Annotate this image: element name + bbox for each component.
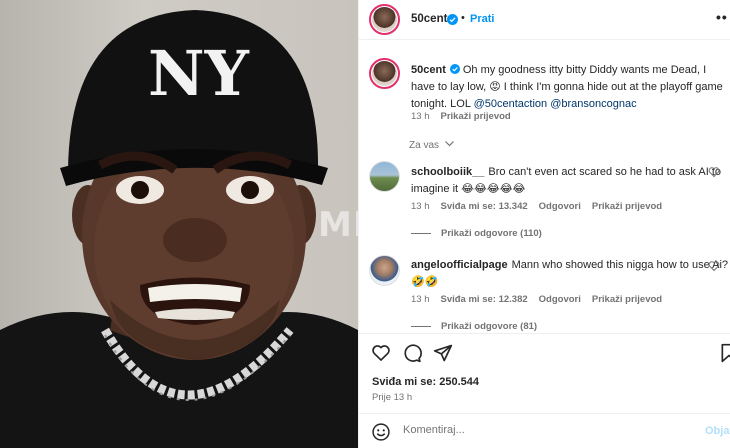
verified-badge-icon [447, 14, 458, 25]
comment-like-icon[interactable] [708, 260, 720, 272]
comment-meta: 13 h Sviđa mi se: 13.342 Odgovori Prikaži p… [411, 201, 673, 212]
mention-link[interactable]: @bransoncognac [550, 98, 636, 110]
commenter-avatar[interactable] [369, 255, 400, 286]
post-comment-button[interactable]: Objavi [705, 425, 730, 437]
post-sidebar: 50cent • Prati •• 50cent Oh my goodness i… [358, 0, 730, 448]
comment-icon[interactable] [402, 343, 422, 363]
comment-likes[interactable]: Sviđa mi se: 12.382 [441, 294, 528, 305]
view-replies-button[interactable]: Prikaži odgovore (81) [411, 321, 537, 332]
post-header: 50cent • Prati •• [359, 0, 730, 40]
sort-label: Za vas [409, 140, 440, 151]
caption-username[interactable]: 50cent [411, 64, 446, 76]
translate-button[interactable]: Prikaži prijevod [592, 201, 662, 212]
comment-time: 13 h [411, 201, 430, 212]
comment-username[interactable]: schoolboiik__ [411, 166, 484, 178]
commenter-avatar[interactable] [369, 161, 400, 192]
post-timestamp[interactable]: Prije 13 h [372, 392, 412, 403]
comment-input[interactable] [403, 424, 673, 436]
comment: angeloofficialpage Mann who showed this n… [411, 257, 729, 291]
portrait-illustration: NY [0, 10, 358, 448]
translate-button[interactable]: Prikaži prijevod [441, 111, 511, 122]
replies-divider [411, 232, 431, 234]
chevron-down-icon [444, 141, 454, 147]
replies-label: Prikaži odgovore (81) [441, 321, 538, 332]
header-separator: • [461, 12, 465, 24]
replies-divider [411, 325, 431, 327]
comment: schoolboiik__ Bro can't even act scared s… [411, 164, 729, 198]
comment-likes[interactable]: Sviđa mi se: 13.342 [441, 201, 528, 212]
verified-badge-icon [449, 64, 460, 74]
post-actions: Sviđa mi se: 250.544 Prije 13 h [359, 333, 730, 413]
bookmark-icon[interactable] [719, 343, 730, 363]
comment-like-icon[interactable] [708, 166, 720, 178]
cap-logo: NY [148, 37, 250, 110]
comment-composer: Objavi [359, 413, 730, 448]
share-icon[interactable] [433, 343, 453, 363]
author-username[interactable]: 50cent [411, 13, 447, 25]
comment-meta: 13 h Sviđa mi se: 12.382 Odgovori Prikaži p… [411, 294, 673, 305]
reply-button[interactable]: Odgovori [539, 201, 581, 212]
reply-button[interactable]: Odgovori [539, 294, 581, 305]
emoji-icon[interactable] [371, 422, 391, 442]
comment-username[interactable]: angeloofficialpage [411, 259, 508, 271]
post-image[interactable]: NY MNA [0, 0, 358, 448]
replies-label: Prikaži odgovore (110) [441, 228, 542, 239]
caption-time: 13 h [411, 111, 430, 122]
caption-meta: 13 h Prikaži prijevod [411, 111, 522, 122]
comment-time: 13 h [411, 294, 430, 305]
mention-link[interactable]: @50centaction [474, 98, 548, 110]
post-caption: 50cent Oh my goodness itty bitty Diddy wa… [411, 62, 730, 113]
follow-button[interactable]: Prati [470, 13, 494, 25]
translate-button[interactable]: Prikaži prijevod [592, 294, 662, 305]
post-like-count[interactable]: Sviđa mi se: 250.544 [372, 376, 479, 388]
author-avatar[interactable] [369, 4, 400, 35]
caption-avatar[interactable] [369, 58, 400, 89]
heart-icon[interactable] [371, 343, 391, 363]
watermark: MNA [318, 205, 358, 245]
more-options-button[interactable]: •• [716, 9, 728, 25]
comment-sort-dropdown[interactable]: Za vas [409, 140, 454, 151]
view-replies-button[interactable]: Prikaži odgovore (110) [411, 228, 542, 239]
